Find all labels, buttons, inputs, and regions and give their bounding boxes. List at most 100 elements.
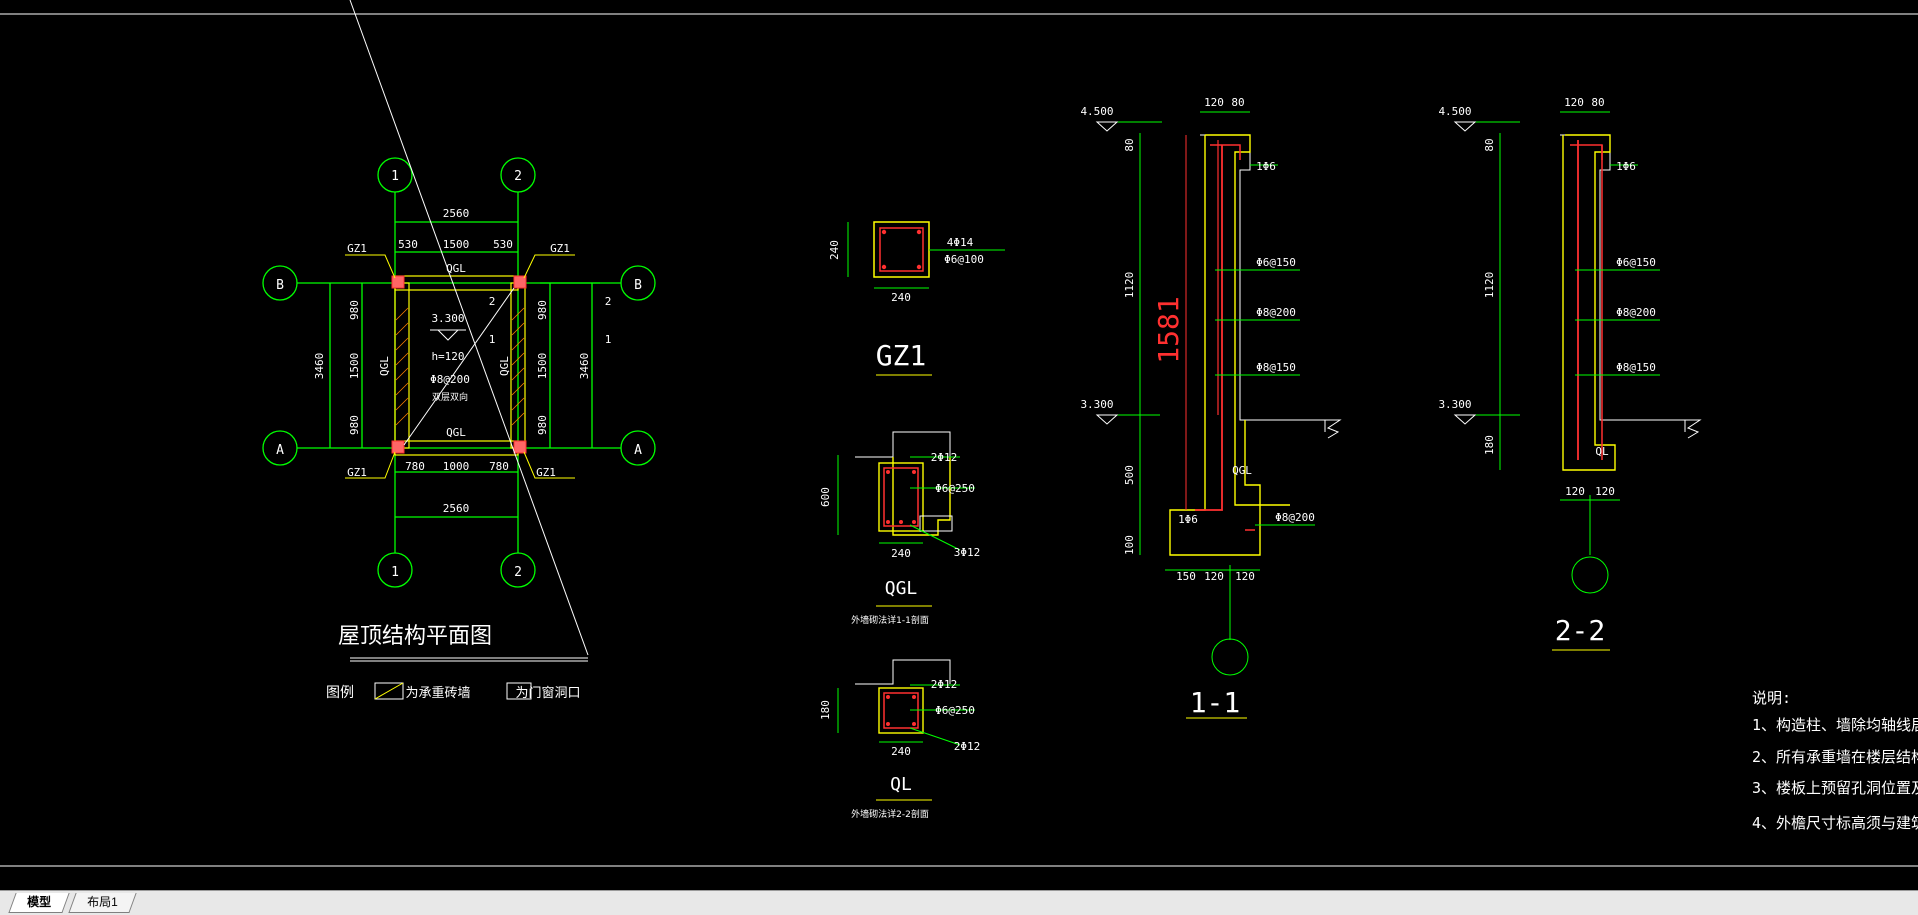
detail-qgl: 240 600 2Φ12 Φ6@250 3Φ12 QGL 外墙砌法详1-1剖面 [819,431,981,626]
dim-side-total-right: 3460 [578,353,591,380]
detail-ql: 240 180 2Φ12 Φ6@250 2Φ12 QL 外墙砌法详2-2剖面 [819,659,981,820]
axis-2-bottom: 2 [514,565,522,580]
dim-overall-bottom: 2560 [443,502,470,515]
axis-1-top: 1 [391,169,399,184]
label-qgl-left: QGL [378,356,391,376]
dim-side-total: 3460 [313,353,326,380]
layout-tab-bar: 模型 布局1 [0,890,1918,915]
dim-top-a: 530 [398,238,418,251]
roof-plan: 1 2 1 2 B B A A 2560 530 1500 530 780 10… [262,0,656,701]
legend-title: 图例 [326,685,354,701]
gz1-stirrup: Φ6@100 [944,253,984,266]
dim-bot-c: 780 [489,460,509,473]
label-gz1-bl: GZ1 [347,466,367,479]
sec1-v3: 500 [1123,465,1136,485]
sec2-v2: 1120 [1483,272,1496,299]
sec2-beam: QL [1595,445,1609,458]
sec1-hook2: 1Φ6 [1178,513,1198,526]
axis-2-top: 2 [514,169,522,184]
legend-wall: 为承重砖墙 [405,685,470,701]
ql-dim-h: 180 [819,700,832,720]
tab-model[interactable]: 模型 [8,893,70,913]
sec2-top-b: 80 [1591,96,1604,109]
axis-b-right: B [634,278,642,293]
label-cut1-right: 1 [605,333,612,346]
gz1-bars: 4Φ14 [947,236,974,249]
ql-stirrup: Φ6@250 [935,704,975,717]
label-thick: h=120 [431,350,464,363]
qgl-stirrup: Φ6@250 [935,482,975,495]
sec1-b1: 150 [1176,570,1196,583]
ql-title: QL [890,774,912,795]
notes-item-4: 4、外檐尺寸标高须与建筑板对起 [1752,814,1918,832]
plan-title: 屋顶结构平面图 [338,624,492,649]
label-qgl-right: QGL [498,356,511,376]
sec1-top-b: 80 [1231,96,1244,109]
gz1-title: GZ1 [876,339,927,372]
sec1-top-a: 120 [1204,96,1224,109]
label-gz1-tr: GZ1 [550,242,570,255]
notes-item-2: 2、所有承重墙在楼层结构标高处 [1752,748,1918,766]
label-cut2: 2 [489,295,496,308]
sec2-r1: Φ6@150 [1616,256,1656,269]
notes: 说明: 1、构造柱、墙除均轴线居中布置 2、所有承重墙在楼层结构标高处 3、楼板… [1752,689,1918,832]
sec2-top-a: 120 [1564,96,1584,109]
notes-item-3: 3、楼板上预留孔洞位置及大小详 [1752,779,1918,797]
section-2-2: 4.500 3.300 120 80 1Φ6 Φ6@150 Φ8@200 Φ8@… [1438,96,1702,651]
sec2-b2: 120 [1595,485,1615,498]
label-cut1: 1 [489,333,496,346]
ql-top: 2Φ12 [931,678,958,691]
sec1-hook: 1Φ6 [1256,160,1276,173]
sec1-b2: 120 [1204,570,1224,583]
dim-bot-b: 1000 [443,460,470,473]
sec1-v4: 100 [1123,535,1136,555]
qgl-title: QGL [885,578,918,599]
dim-side-c: 980 [348,415,361,435]
dim-top-b: 1500 [443,238,470,251]
sec1-beam: QGL [1232,464,1252,477]
gz1-dim-h: 240 [828,240,841,260]
sec1-dimension: 1581 [1152,296,1185,363]
sec1-elev-mid: 3.300 [1080,398,1113,411]
sec1-elev-top: 4.500 [1080,105,1113,118]
sec2-v1: 80 [1483,138,1496,151]
notes-item-1: 1、构造柱、墙除均轴线居中布置 [1752,716,1918,734]
tab-layout1[interactable]: 布局1 [68,893,137,913]
sec1-r3: Φ8@150 [1256,361,1296,374]
dim-overall-top: 2560 [443,207,470,220]
detail-gz1: 240 240 4Φ14 Φ6@100 GZ1 [828,221,1005,376]
label-gz1-br: GZ1 [536,466,556,479]
ql-dim-w: 240 [891,745,911,758]
dim-top-c: 530 [493,238,513,251]
sec2-elev-mid: 3.300 [1438,398,1471,411]
label-rebar: Φ8@200 [430,373,470,386]
dim-bot-a: 780 [405,460,425,473]
sec1-title: 1-1 [1190,686,1241,719]
legend-opening: 为门窗洞口 [515,685,580,701]
ql-bottom: 2Φ12 [954,740,981,753]
label-cut2-right: 2 [605,295,612,308]
axis-1-bottom: 1 [391,565,399,580]
tab-layout1-label: 布局1 [87,895,118,909]
section-1-1: 4.500 3.300 120 80 1Φ6 Φ6@150 Φ8@200 Φ8@… [1080,96,1342,719]
qgl-top: 2Φ12 [931,451,958,464]
gz1-dim-w: 240 [891,291,911,304]
qgl-bottom: 3Φ12 [954,546,981,559]
drawing-canvas[interactable]: 1 2 1 2 B B A A 2560 530 1500 530 780 10… [0,0,1918,890]
sec1-r4: Φ8@200 [1275,511,1315,524]
sec2-v3: 180 [1483,435,1496,455]
dim-side-c-right: 980 [536,415,549,435]
dim-side-b: 1500 [348,353,361,380]
label-elev: 3.300 [431,312,464,325]
sec2-r2: Φ8@200 [1616,306,1656,319]
dim-side-b-right: 1500 [536,353,549,380]
sec1-r2: Φ8@200 [1256,306,1296,319]
notes-title: 说明: [1752,689,1791,707]
sec1-v1: 80 [1123,138,1136,151]
axis-b-left: B [276,278,284,293]
label-qgl-bottom: QGL [446,426,466,439]
dim-side-a-right: 980 [536,300,549,320]
label-gz1-tl: GZ1 [347,242,367,255]
qgl-dim-w: 240 [891,547,911,560]
dim-side-a: 980 [348,300,361,320]
